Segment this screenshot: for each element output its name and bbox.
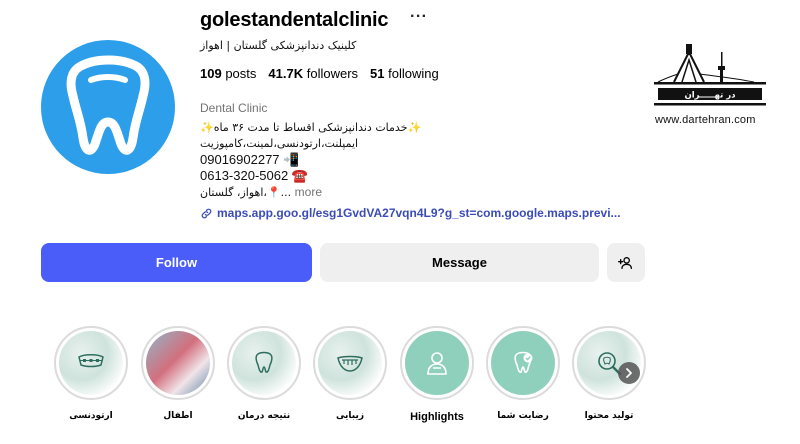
highlights-next-button[interactable] — [618, 362, 640, 384]
highlight-item[interactable]: رضایت شما — [486, 326, 560, 421]
more-options-icon[interactable]: ··· — [410, 8, 427, 26]
highlight-item[interactable]: زیبایی — [313, 326, 387, 421]
following-stat[interactable]: 51 following — [370, 66, 439, 81]
suggested-users-button[interactable] — [607, 243, 645, 282]
bio-phone-mobile: 09016902277 📲 — [200, 152, 300, 167]
highlight-label: اطفال — [163, 411, 193, 421]
highlight-photo — [146, 331, 210, 395]
braces-icon — [78, 354, 104, 368]
bio-phone-landline: 0613-320-5062 ☎️ — [200, 168, 308, 183]
highlight-label: رضایت شما — [497, 411, 549, 421]
tooth-check-icon — [514, 351, 533, 373]
bio-line: ✨خدمات دندانپزشکی اقساط تا مدت ۳۶ ماه✨ — [200, 121, 422, 134]
profile-category: Dental Clinic — [200, 101, 268, 115]
highlight-label: Highlights — [410, 411, 464, 423]
highlight-label: نتیجه درمان — [237, 411, 291, 421]
tooth-icon — [255, 351, 273, 373]
bio-more-link[interactable]: more — [295, 185, 322, 199]
dentist-icon — [427, 352, 447, 375]
profile-stats: 109 posts 41.7K followers 51 following — [200, 66, 439, 81]
highlight-label: ارتودنسی — [69, 411, 113, 421]
highlight-item[interactable]: اطفال — [141, 326, 215, 421]
message-button[interactable]: Message — [320, 243, 599, 282]
logo-text: در تهـــــران — [685, 91, 737, 101]
highlight-item[interactable]: ارتودنسی — [54, 326, 128, 421]
watermark-site: www.dartehran.com — [655, 114, 756, 126]
bio-line: ایمپلنت،ارتودنسی،لمینت،کامپوزیت — [200, 137, 359, 150]
highlight-item[interactable]: Highlights — [400, 326, 474, 423]
highlight-item[interactable]: نتیجه درمان — [227, 326, 301, 421]
follow-button[interactable]: Follow — [41, 243, 312, 282]
bio-address: اهواز، گلستان،📍... — [200, 186, 292, 199]
profile-avatar[interactable] — [41, 40, 175, 174]
profile-link[interactable]: maps.app.goo.gl/esg1GvdVA27vqn4L9?g_st=c… — [200, 206, 621, 220]
profile-full-name: کلینیک دندانپزشکی گلستان | اهواز — [200, 39, 357, 52]
highlight-label: زیبایی — [335, 411, 365, 421]
dartehran-logo: در تهـــــران — [654, 44, 766, 106]
smile-icon — [337, 355, 363, 372]
followers-stat[interactable]: 41.7K followers — [268, 66, 358, 81]
link-icon — [201, 208, 212, 218]
profile-username: golestandentalclinic — [200, 9, 389, 31]
highlight-label: تولید محتوا — [584, 411, 634, 421]
chevron-right-icon — [626, 368, 632, 378]
profile-link-text: maps.app.goo.gl/esg1GvdVA27vqn4L9?g_st=c… — [217, 206, 621, 220]
add-user-icon — [618, 256, 632, 269]
posts-stat[interactable]: 109 posts — [200, 66, 256, 81]
profile-bio: ✨خدمات دندانپزشکی اقساط تا مدت ۳۶ ماه✨ ا… — [200, 120, 421, 200]
tooth-logo-icon — [66, 55, 150, 155]
